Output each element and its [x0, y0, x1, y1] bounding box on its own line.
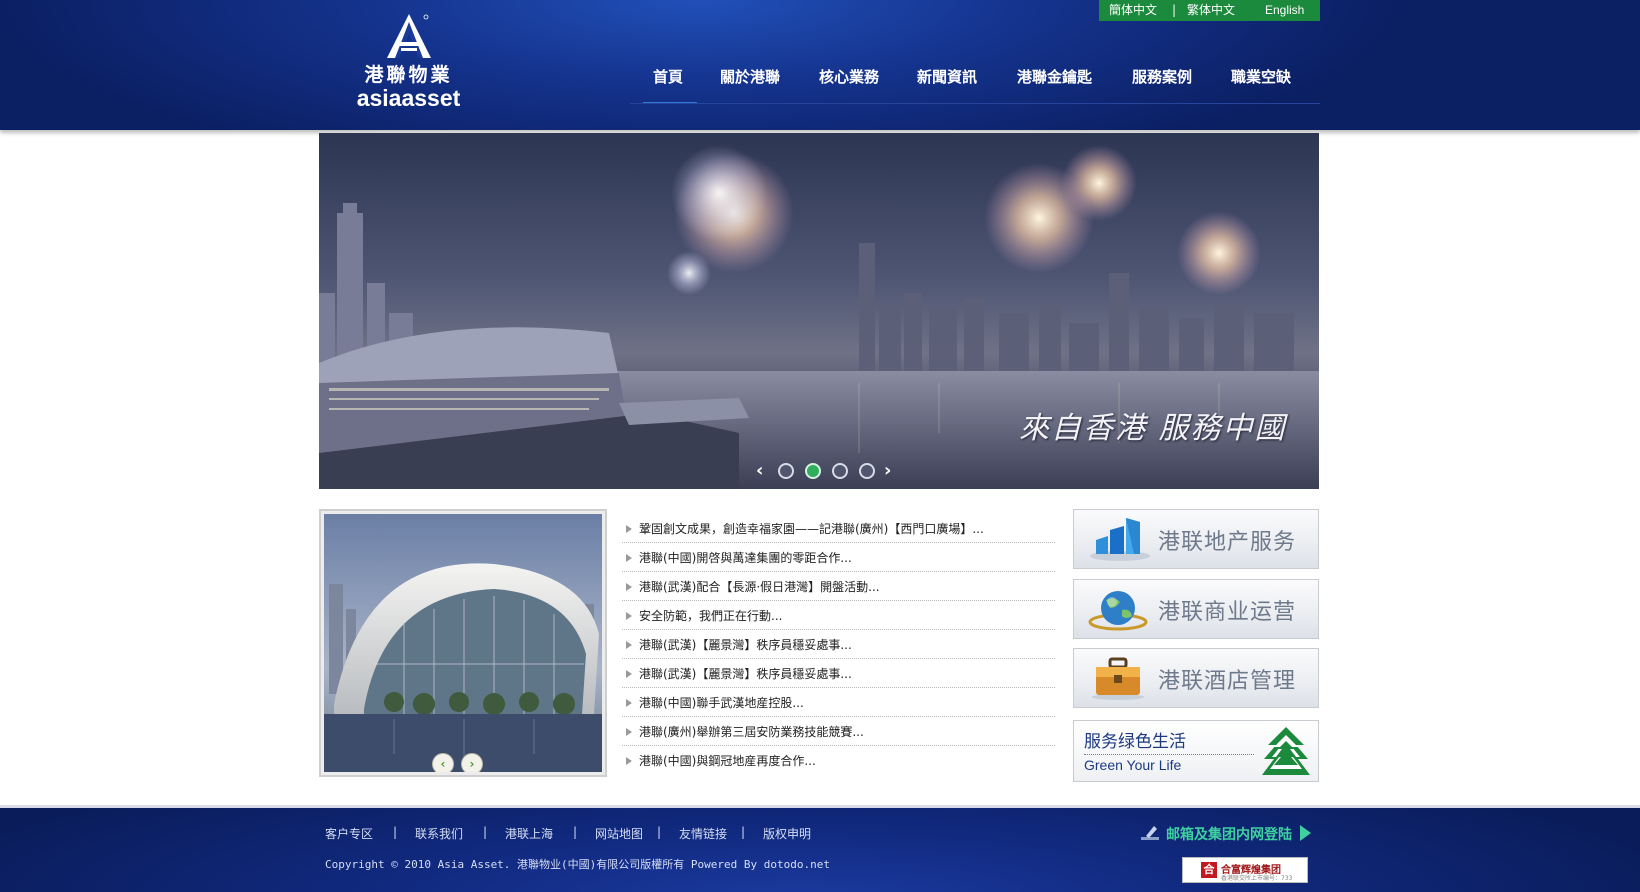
footer-separator: |	[657, 825, 662, 839]
group-logo-icon: 合	[1201, 862, 1217, 878]
site-logo[interactable]: 港聯物業 asiaasset	[346, 12, 471, 112]
banner-dot-1[interactable]	[778, 463, 794, 479]
lang-english[interactable]: English	[1265, 0, 1304, 21]
nav-home[interactable]: 首頁	[642, 60, 698, 104]
site-header: 港聯物業 asiaasset 簡体中文 | 繁体中文 English 首頁 關於…	[0, 0, 1640, 130]
photo-prev-button[interactable]: ‹	[432, 753, 454, 772]
globe-icon	[1088, 591, 1148, 631]
buildings-icon	[1090, 518, 1150, 561]
footer-link-client[interactable]: 客户专区	[325, 825, 373, 842]
footer-separator: |	[573, 825, 578, 839]
photo-next-button[interactable]: ›	[461, 753, 483, 772]
news-item[interactable]: 港聯(武漢)【麗景灣】秩序員穩妥處事...	[622, 630, 1055, 659]
exhibition-centre-image	[324, 514, 602, 772]
nav-divider	[630, 103, 1320, 104]
pine-tree-icon	[1262, 727, 1310, 775]
news-item[interactable]: 鞏固創文成果，創造幸福家園——記港聯(廣州)【西門口廣場】...	[622, 514, 1055, 543]
news-item[interactable]: 港聯(中國)與鋼冠地産再度合作...	[622, 746, 1055, 775]
footer-separator: |	[741, 825, 746, 839]
news-item[interactable]: 港聯(廣州)舉辦第三屆安防業務技能競賽...	[622, 717, 1055, 746]
service-label: 港联商业运营	[1158, 600, 1297, 625]
service-label: 港联酒店管理	[1158, 669, 1297, 694]
site-footer: 客户专区 | 联系我们 | 港联上海 | 网站地图 | 友情链接 | 版权申明 …	[0, 805, 1640, 892]
banner-next-arrow[interactable]: ›	[884, 460, 891, 481]
exhibition-centre-photo: ‹ ›	[324, 514, 602, 772]
footer-link-sitemap[interactable]: 网站地图	[595, 825, 643, 842]
service-hotel-button[interactable]: 港联酒店管理	[1073, 648, 1319, 708]
lang-simplified[interactable]: 簡体中文	[1109, 0, 1157, 21]
news-item[interactable]: 港聯(武漢)配合【長源·假日港灣】開盤活動...	[622, 572, 1055, 601]
service-real-estate-button[interactable]: 港联地产服务	[1073, 509, 1319, 569]
nav-about[interactable]: 關於港聯	[720, 60, 780, 94]
hero-banner: 來自香港 服務中國 ‹ ›	[319, 133, 1319, 489]
nav-golden-key[interactable]: 港聯金鑰匙	[1017, 60, 1092, 94]
briefcase-icon	[1092, 657, 1144, 700]
group-badge-subtitle: 香港联交所上市编号：733	[1221, 875, 1293, 882]
banner-prev-arrow[interactable]: ‹	[756, 460, 763, 481]
news-item[interactable]: 港聯(中國)開啓與萬達集團的零距合作...	[622, 543, 1055, 572]
news-item[interactable]: 港聯(武漢)【麗景灣】秩序員穩妥處事...	[622, 659, 1055, 688]
footer-link-contact[interactable]: 联系我们	[415, 825, 463, 842]
featured-photo-box: ‹ ›	[319, 509, 607, 777]
nav-core-business[interactable]: 核心業務	[819, 60, 879, 94]
language-bar: 簡体中文 | 繁体中文 English	[1099, 0, 1320, 21]
footer-separator: |	[393, 825, 398, 839]
news-item[interactable]: 安全防範，我們正在行動...	[622, 601, 1055, 630]
pencil-mail-icon	[1141, 826, 1159, 840]
banner-dot-2[interactable]	[805, 463, 821, 479]
mail-login-text: 邮箱及集团内网登陆	[1166, 827, 1292, 843]
green-life-subtitle: Green Your Life	[1084, 757, 1182, 773]
nav-cases[interactable]: 服務案例	[1132, 60, 1192, 94]
footer-separator: |	[483, 825, 488, 839]
lang-traditional[interactable]: 繁体中文	[1187, 0, 1235, 21]
nav-news[interactable]: 新聞資訊	[917, 60, 977, 94]
service-commercial-button[interactable]: 港联商业运营	[1073, 579, 1319, 639]
news-item[interactable]: 港聯(中國)聯手武漢地産控股...	[622, 688, 1055, 717]
group-badge[interactable]: 合 合富辉煌集团 香港联交所上市编号：733	[1182, 857, 1308, 883]
green-life-title: 服务绿色生活	[1084, 732, 1186, 752]
footer-link-friends[interactable]: 友情链接	[679, 825, 727, 842]
service-label: 港联地产服务	[1158, 530, 1297, 555]
nav-careers[interactable]: 職業空缺	[1231, 60, 1291, 94]
play-arrow-icon	[1300, 825, 1311, 841]
lang-separator: |	[1172, 3, 1177, 17]
banner-dot-3[interactable]	[832, 463, 848, 479]
banner-dot-4[interactable]	[859, 463, 875, 479]
green-life-divider	[1084, 754, 1254, 755]
logo-chinese-name: 港聯物業	[364, 64, 453, 86]
footer-link-shanghai[interactable]: 港联上海	[505, 825, 553, 842]
news-list: 鞏固創文成果，創造幸福家園——記港聯(廣州)【西門口廣場】... 港聯(中國)開…	[622, 514, 1055, 775]
green-life-banner[interactable]: 服务绿色生活 Green Your Life	[1073, 720, 1319, 782]
logo-a-mark-icon	[386, 14, 431, 58]
footer-link-copyright[interactable]: 版权申明	[763, 825, 811, 842]
logo-english-name: asiaasset	[356, 85, 461, 111]
copyright-text: Copyright © 2010 Asia Asset. 港聯物业(中國)有限公…	[325, 858, 830, 871]
banner-slogan: 來自香港 服務中國	[1019, 411, 1287, 446]
